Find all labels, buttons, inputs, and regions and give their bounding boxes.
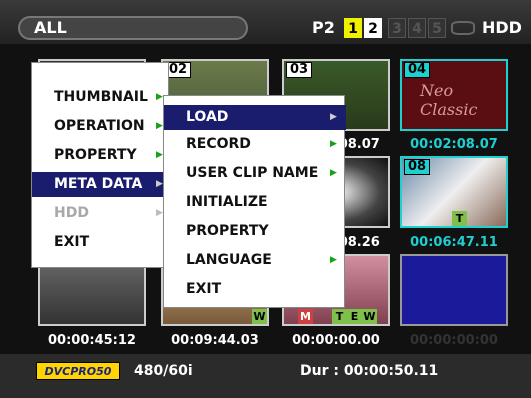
submenu-item-exit[interactable]: EXIT — [164, 277, 346, 302]
submenu-item-language[interactable]: LANGUAGE ▶ — [164, 248, 346, 273]
menu-item-label: THUMBNAIL — [54, 89, 148, 105]
hdd-icon — [451, 21, 475, 35]
submenu-item-property[interactable]: PROPERTY — [164, 219, 346, 244]
menu-item-hdd[interactable]: HDD ▶ — [32, 201, 170, 226]
menu-item-label: EXIT — [186, 281, 222, 297]
p2-label: P2 — [312, 18, 335, 37]
slot-3-indicator: 3 — [388, 18, 406, 38]
menu-item-label: LOAD — [186, 109, 229, 125]
clip-thumbnail-12[interactable] — [400, 254, 508, 326]
main-menu: THUMBNAIL ▶ OPERATION ▶ PROPERTY ▶ META DAT… — [31, 62, 170, 268]
submenu-arrow-icon: ▶ — [330, 139, 337, 149]
submenu-item-initialize[interactable]: INITIALIZE — [164, 190, 346, 215]
codec-badge: DVCPRO50 — [36, 362, 120, 380]
submenu-arrow-icon: ▶ — [330, 255, 337, 265]
menu-item-label: OPERATION — [54, 118, 145, 134]
text-memo-badge: T — [452, 211, 467, 226]
edit-badge: E — [347, 309, 362, 324]
slot-1-indicator: 1 — [344, 18, 362, 38]
submenu-arrow-icon: ▶ — [156, 92, 163, 102]
top-status-bar: ALL P2 1 2 3 4 5 HDD — [0, 0, 531, 44]
slot-4-indicator: 4 — [408, 18, 426, 38]
all-clips-button[interactable]: ALL — [18, 16, 248, 40]
menu-item-label: PROPERTY — [186, 223, 269, 239]
menu-item-property[interactable]: PROPERTY ▶ — [32, 143, 170, 168]
submenu-arrow-icon: ▶ — [156, 150, 163, 160]
menu-item-operation[interactable]: OPERATION ▶ — [32, 114, 170, 139]
clip-number: 03 — [286, 62, 313, 78]
clip-timecode: 00:09:44.03 — [171, 333, 259, 348]
menu-item-label: META DATA — [54, 176, 143, 192]
clip-number: 04 — [404, 62, 431, 78]
submenu-arrow-icon: ▶ — [156, 121, 163, 131]
menu-item-label: INITIALIZE — [186, 194, 268, 210]
submenu-item-load[interactable]: LOAD ▶ — [164, 105, 346, 130]
clip-timecode: 00:02:08.07 — [410, 137, 498, 152]
clip-timecode: 00:00:45:12 — [48, 333, 136, 348]
clip-timecode: 00:00:00.00 — [292, 333, 380, 348]
thumbnail-overlay-text: Neo Classic — [420, 81, 478, 119]
menu-item-label: RECORD — [186, 136, 251, 152]
meta-data-submenu: LOAD ▶ RECORD ▶ USER CLIP NAME ▶ INITIALIZE… — [163, 95, 346, 308]
menu-item-label: HDD — [54, 205, 89, 221]
menu-item-label: EXIT — [54, 234, 90, 250]
menu-item-label: USER CLIP NAME — [186, 165, 319, 181]
clip-thumbnail-04[interactable]: 04 Neo Classic — [400, 59, 508, 131]
menu-item-thumbnail[interactable]: THUMBNAIL ▶ — [32, 85, 170, 110]
text-memo-badge: T — [332, 309, 347, 324]
submenu-arrow-icon: ▶ — [330, 112, 337, 122]
slot-2-indicator: 2 — [364, 18, 382, 38]
clip-number: 08 — [404, 159, 431, 175]
shot-mark-badge: M — [298, 309, 313, 324]
clip-timecode: 00:00:00:00 — [410, 333, 498, 348]
submenu-arrow-icon: ▶ — [156, 179, 163, 189]
wrong-clip-badge: W — [252, 309, 267, 324]
clip-thumbnail-08[interactable]: 08 T — [400, 156, 508, 228]
slot-5-indicator: 5 — [428, 18, 446, 38]
menu-item-exit[interactable]: EXIT — [32, 230, 170, 255]
submenu-item-user-clip-name[interactable]: USER CLIP NAME ▶ — [164, 161, 346, 186]
menu-item-label: LANGUAGE — [186, 252, 272, 268]
duration-label: Dur : 00:00:50.11 — [300, 363, 439, 379]
hdd-label: HDD — [482, 18, 522, 37]
video-format-label: 480/60i — [134, 363, 193, 379]
menu-item-meta-data[interactable]: META DATA ▶ — [32, 172, 170, 197]
submenu-arrow-icon: ▶ — [156, 208, 163, 218]
wrong-clip-badge: W — [362, 309, 377, 324]
menu-item-label: PROPERTY — [54, 147, 137, 163]
clip-timecode: 00:06:47.11 — [410, 235, 498, 250]
thumbnail-screen: ALL P2 1 2 3 4 5 HDD 01 02 03 00:00:08.0… — [0, 0, 531, 398]
submenu-arrow-icon: ▶ — [330, 168, 337, 178]
submenu-item-record[interactable]: RECORD ▶ — [164, 132, 346, 157]
